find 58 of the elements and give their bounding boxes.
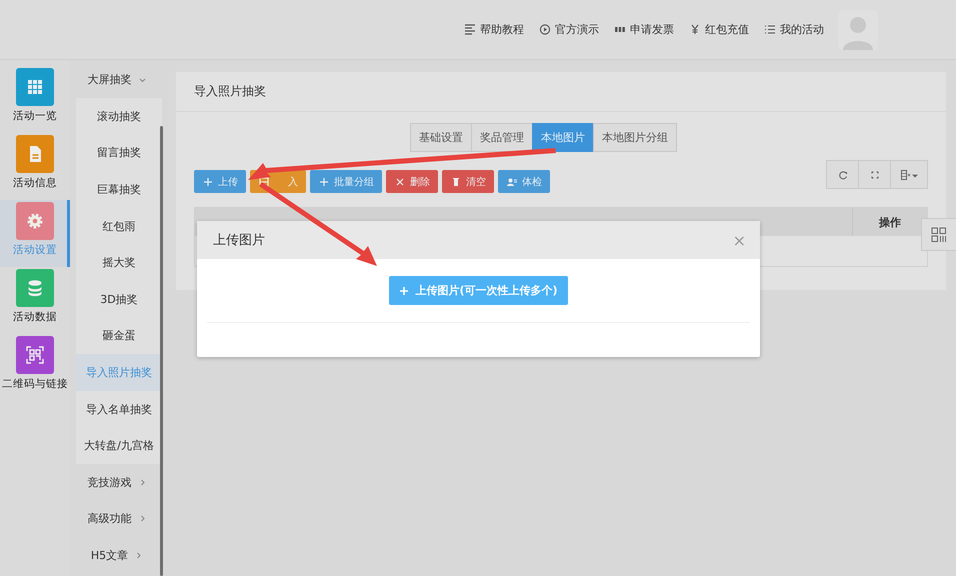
close-icon [394,176,406,188]
panel-title: 导入照片抽奖 [176,72,946,112]
nav-item[interactable]: 活动数据 [0,267,70,334]
menu-item[interactable]: 巨幕抽奖 [76,171,162,208]
list-icon [464,23,476,36]
nav-label: 活动设置 [13,243,57,257]
columns-icon [900,168,918,180]
toolbar-button[interactable]: 删除 [386,170,438,193]
nav-label: 活动数据 [13,310,57,324]
yen-icon [689,23,701,36]
user-icon [506,176,518,188]
import-icon [258,176,270,188]
grid-icon [26,78,44,96]
nav-item[interactable]: 二维码与链接 [0,334,70,401]
menu-icon [764,23,776,36]
header-link[interactable]: 申请发票 [614,22,674,37]
nav-item[interactable]: 活动信息 [0,133,70,200]
fullscreen-icon [868,168,880,180]
header-link[interactable]: 我的活动 [764,22,824,37]
menu-item[interactable]: 红包雨 [76,208,162,244]
menu-group[interactable]: 高级功能 [70,500,168,538]
tool-button[interactable] [890,160,928,189]
toolbar-button[interactable]: 清空 [442,170,494,193]
avatar[interactable] [838,10,878,50]
modal-title: 上传图片 [213,232,265,249]
database-icon [26,279,44,297]
menu-item[interactable]: 大转盘/九宫格 [76,427,162,464]
tab[interactable]: 本地图片分组 [593,123,677,152]
plus-icon [202,176,214,188]
nav-label: 活动一览 [13,109,57,123]
menu-group[interactable]: 大屏抽奖 [70,64,168,94]
menu-item[interactable]: 滚动抽奖 [76,98,162,135]
plus-icon [399,286,410,296]
tool-button[interactable] [826,160,859,189]
grid-list-icon [931,226,947,242]
nav-label: 二维码与链接 [2,377,68,391]
qr-code-icon [26,346,44,364]
nav-item[interactable]: 活动一览 [0,66,70,133]
menu-group[interactable]: 竞技游戏 [70,464,168,501]
menu-item[interactable]: 3D抽奖 [76,280,162,318]
menu-item[interactable]: 留言抽奖 [76,134,162,172]
menu-item[interactable]: 摇大奖 [76,244,162,281]
plus-icon [318,176,330,188]
layout-toggle-button[interactable] [921,218,956,251]
caret-right-icon [134,550,144,560]
nav-label: 活动信息 [13,176,57,190]
menu-item[interactable]: 导入名单抽奖 [76,390,162,428]
header-link[interactable]: 官方演示 [539,22,599,37]
tab[interactable]: 基础设置 [410,123,472,152]
header-link[interactable]: 红包充值 [689,22,749,37]
tab[interactable]: 奖品管理 [471,123,533,152]
menu-item[interactable]: 砸金蛋 [76,318,162,354]
menu-group[interactable]: H5文章 [70,537,168,574]
header-link[interactable]: 帮助教程 [464,22,524,37]
play-icon [539,23,551,36]
settings-icon [26,212,44,230]
trash-icon [450,176,462,188]
refresh-icon [836,168,848,180]
